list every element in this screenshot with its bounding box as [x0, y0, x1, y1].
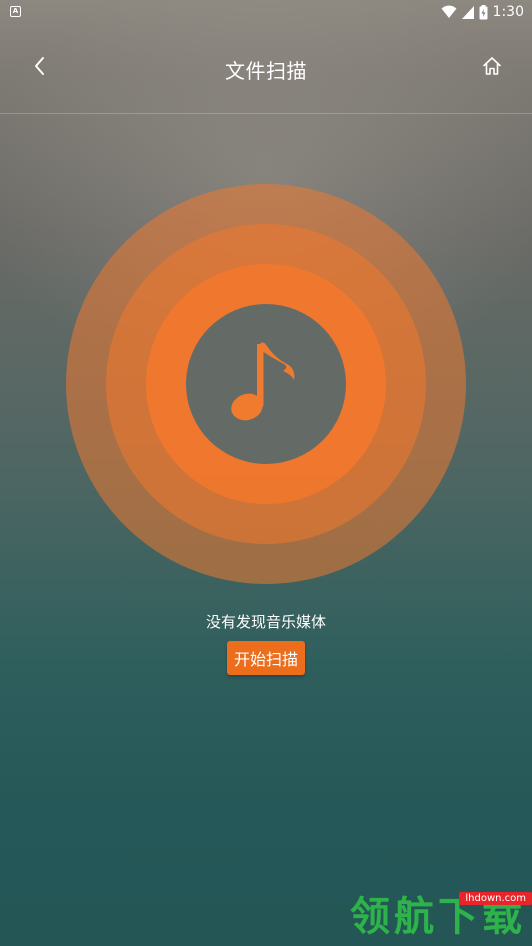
center-disc	[186, 304, 346, 464]
notification-app-icon: A	[10, 6, 21, 17]
home-icon	[482, 56, 502, 80]
home-button[interactable]	[474, 50, 510, 86]
watermark-logo: 领航下载 lhdown.com	[350, 888, 532, 940]
page-title: 文件扫描	[225, 59, 307, 83]
scan-rings	[66, 184, 466, 584]
wifi-icon	[441, 5, 457, 19]
app-header: 文件扫描	[0, 24, 532, 114]
signal-icon	[461, 5, 474, 19]
music-note-icon	[231, 340, 301, 428]
watermark-badge: lhdown.com	[459, 892, 532, 905]
clock: 1:30	[492, 4, 524, 20]
empty-state-message: 没有发现音乐媒体	[205, 613, 326, 631]
start-scan-button[interactable]: 开始扫描	[227, 641, 305, 675]
status-bar: A 1:30	[0, 0, 532, 24]
battery-icon	[479, 4, 488, 20]
status-icons: 1:30	[441, 2, 524, 22]
